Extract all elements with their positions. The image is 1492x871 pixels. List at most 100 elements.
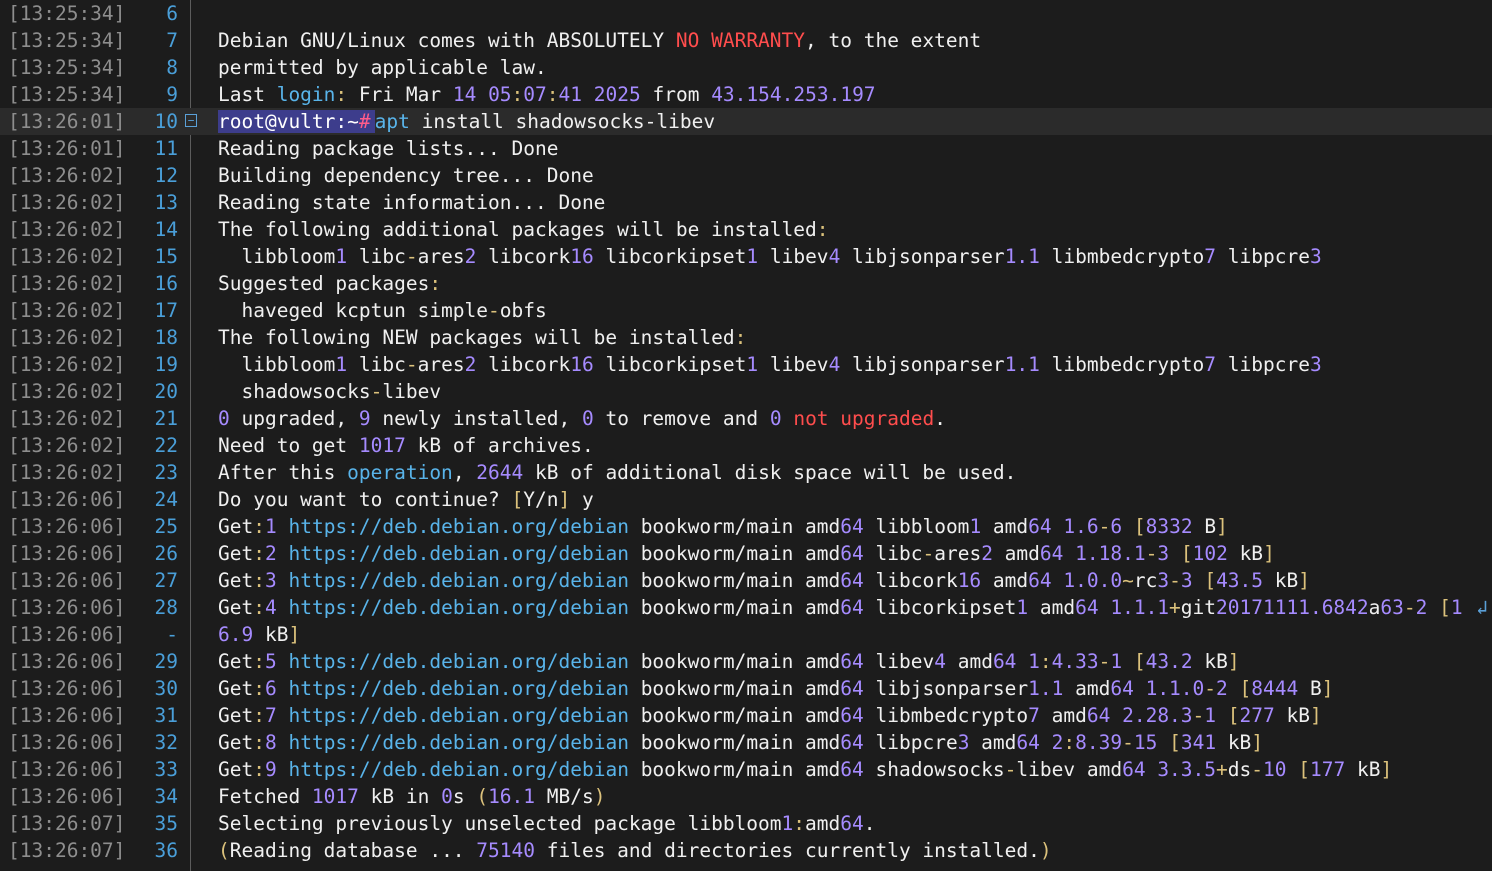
terminal-line[interactable]: [13:26:02] 21 0 upgraded, 9 newly installe… xyxy=(0,405,1492,432)
terminal-line[interactable]: [13:26:06] 34 Fetched 1017 kB in 0s (16.1 … xyxy=(0,783,1492,810)
line-timestamp: [13:26:02] xyxy=(8,218,126,241)
line-timestamp: [13:26:06] xyxy=(8,623,126,646)
output-text: Get:5 https://deb.debian.org/debian book… xyxy=(218,650,1240,673)
line-timestamp: [13:26:07] xyxy=(8,839,126,862)
terminal-line[interactable]: [13:25:34] 7 Debian GNU/Linux comes with A… xyxy=(0,27,1492,54)
line-timestamp: [13:26:07] xyxy=(8,812,126,835)
terminal-line[interactable]: [13:26:02] 13 Reading state information...… xyxy=(0,189,1492,216)
output-text: Debian GNU/Linux comes with ABSOLUTELY N… xyxy=(218,29,982,52)
output-text: 0 upgraded, 9 newly installed, 0 to remo… xyxy=(218,407,946,430)
terminal-line[interactable]: [13:26:06] - 6.9 kB] xyxy=(0,621,1492,648)
terminal-line[interactable]: [13:26:02] 19 libbloom1 libc-ares2 libcor… xyxy=(0,351,1492,378)
terminal-window[interactable]: [13:25:34] 6 [13:25:34] 7 Debian GNU/Linux c… xyxy=(0,0,1492,871)
output-text: Need to get 1017 kB of archives. xyxy=(218,434,594,457)
terminal-line[interactable]: [13:25:34] 9 Last login: Fri Mar 14 05:07:… xyxy=(0,81,1492,108)
line-timestamp: [13:26:02] xyxy=(8,299,126,322)
terminal-line[interactable]: [13:26:02] 18 The following NEW packages w… xyxy=(0,324,1492,351)
terminal-line[interactable]: [13:26:01] 11 Reading package lists... Don… xyxy=(0,135,1492,162)
output-text: Get:6 https://deb.debian.org/debian book… xyxy=(218,677,1334,700)
output-text: The following NEW packages will be insta… xyxy=(218,326,747,349)
terminal-line[interactable]: [13:26:06] 25 Get:1 https://deb.debian.org… xyxy=(0,513,1492,540)
terminal-line[interactable]: [13:26:02] 14 The following additional pac… xyxy=(0,216,1492,243)
terminal-line[interactable]: [13:26:06] 24 Do you want to continue? [Y/… xyxy=(0,486,1492,513)
output-text: The following additional packages will b… xyxy=(218,218,829,241)
output-text: After this operation, 2644 kB of additio… xyxy=(218,461,1017,484)
line-timestamp: [13:26:06] xyxy=(8,704,126,727)
line-number: 23 xyxy=(154,461,178,484)
output-text: Suggested packages: xyxy=(218,272,442,295)
line-number: 30 xyxy=(154,677,178,700)
terminal-line[interactable]: [13:26:06] 32 Get:8 https://deb.debian.org… xyxy=(0,729,1492,756)
terminal-line[interactable]: [13:26:02] 12 Building dependency tree... … xyxy=(0,162,1492,189)
line-timestamp: [13:26:06] xyxy=(8,785,126,808)
terminal-line[interactable]: [13:26:07] 36 (Reading database ... 75140 … xyxy=(0,837,1492,864)
line-number: 17 xyxy=(154,299,178,322)
line-timestamp: [13:26:01] xyxy=(8,137,126,160)
terminal-line[interactable]: [13:26:06] 31 Get:7 https://deb.debian.org… xyxy=(0,702,1492,729)
output-text: Get:2 https://deb.debian.org/debian book… xyxy=(218,542,1275,565)
terminal-line[interactable]: [13:26:06] 29 Get:5 https://deb.debian.org… xyxy=(0,648,1492,675)
line-number: 27 xyxy=(154,569,178,592)
line-number: 32 xyxy=(154,731,178,754)
shell-prompt: root@vultr:~# xyxy=(218,110,375,133)
terminal-line[interactable]: [13:26:07] 35 Selecting previously unselec… xyxy=(0,810,1492,837)
line-timestamp: [13:26:02] xyxy=(8,164,126,187)
terminal-line[interactable]: [13:26:02] 15 libbloom1 libc-ares2 libcor… xyxy=(0,243,1492,270)
line-timestamp: [13:26:02] xyxy=(8,380,126,403)
terminal-line[interactable]: [13:26:02] 17 haveged kcptun simple-obfs xyxy=(0,297,1492,324)
line-number: 20 xyxy=(154,380,178,403)
line-number: 26 xyxy=(154,542,178,565)
output-text: Get:3 https://deb.debian.org/debian book… xyxy=(218,569,1311,592)
output-text: 6.9 kB] xyxy=(218,623,301,646)
output-text: Selecting previously unselected package … xyxy=(218,812,876,835)
terminal-line[interactable]: [13:26:06] 30 Get:6 https://deb.debian.org… xyxy=(0,675,1492,702)
output-text: haveged kcptun simple-obfs xyxy=(218,299,547,322)
line-number: 33 xyxy=(154,758,178,781)
line-timestamp: [13:26:06] xyxy=(8,542,126,565)
line-timestamp: [13:26:06] xyxy=(8,515,126,538)
line-number: 15 xyxy=(154,245,178,268)
line-timestamp: [13:26:02] xyxy=(8,245,126,268)
output-text: permitted by applicable law. xyxy=(218,56,547,79)
line-timestamp: [13:26:06] xyxy=(8,731,126,754)
line-timestamp: [13:26:06] xyxy=(8,569,126,592)
line-number: 12 xyxy=(154,164,178,187)
line-timestamp: [13:25:34] xyxy=(8,83,126,106)
line-timestamp: [13:26:06] xyxy=(8,596,126,619)
fold-toggle-icon[interactable]: − xyxy=(185,114,197,127)
output-text: Reading state information... Done xyxy=(218,191,606,214)
line-number: 16 xyxy=(154,272,178,295)
line-number: 8 xyxy=(166,56,178,79)
output-text: (Reading database ... 75140 files and di… xyxy=(218,839,1052,862)
output-text: Do you want to continue? [Y/n] y xyxy=(218,488,594,511)
terminal-line[interactable]: [13:26:06] 33 Get:9 https://deb.debian.org… xyxy=(0,756,1492,783)
output-text: libbloom1 libc-ares2 libcork16 libcorkip… xyxy=(218,245,1322,268)
terminal-line[interactable]: [13:26:01] 10− root@vultr:~# apt install sh… xyxy=(0,108,1492,135)
terminal-line[interactable]: [13:26:02] 23 After this operation, 2644 k… xyxy=(0,459,1492,486)
line-number: 25 xyxy=(154,515,178,538)
line-timestamp: [13:26:02] xyxy=(8,353,126,376)
terminal-line[interactable]: [13:26:06] 27 Get:3 https://deb.debian.org… xyxy=(0,567,1492,594)
line-number: 7 xyxy=(166,29,178,52)
terminal-line[interactable]: [13:25:34] 8 permitted by applicable law. xyxy=(0,54,1492,81)
line-number: 24 xyxy=(154,488,178,511)
line-timestamp: [13:26:01] xyxy=(8,110,126,133)
line-timestamp: [13:25:34] xyxy=(8,2,126,25)
line-number: 13 xyxy=(154,191,178,214)
terminal-line[interactable]: [13:26:02] 22 Need to get 1017 kB of archi… xyxy=(0,432,1492,459)
terminal-line[interactable]: [13:26:06] 28 Get:4 https://deb.debian.org… xyxy=(0,594,1492,621)
output-text: Reading package lists... Done xyxy=(218,137,559,160)
line-timestamp: [13:26:06] xyxy=(8,488,126,511)
output-text: libbloom1 libc-ares2 libcork16 libcorkip… xyxy=(218,353,1322,376)
terminal-line[interactable]: [13:26:06] 26 Get:2 https://deb.debian.org… xyxy=(0,540,1492,567)
output-text: shadowsocks-libev xyxy=(218,380,442,403)
output-text: Building dependency tree... Done xyxy=(218,164,594,187)
line-number: 11 xyxy=(154,137,178,160)
line-number: 34 xyxy=(154,785,178,808)
output-text: Last login: Fri Mar 14 05:07:41 2025 fro… xyxy=(218,83,876,106)
terminal-line[interactable]: [13:26:02] 20 shadowsocks-libev xyxy=(0,378,1492,405)
wrap-indicator-icon: ↲ xyxy=(1476,596,1488,619)
line-number: 14 xyxy=(154,218,178,241)
terminal-line[interactable]: [13:26:02] 16 Suggested packages: xyxy=(0,270,1492,297)
terminal-line[interactable]: [13:25:34] 6 xyxy=(0,0,1492,27)
